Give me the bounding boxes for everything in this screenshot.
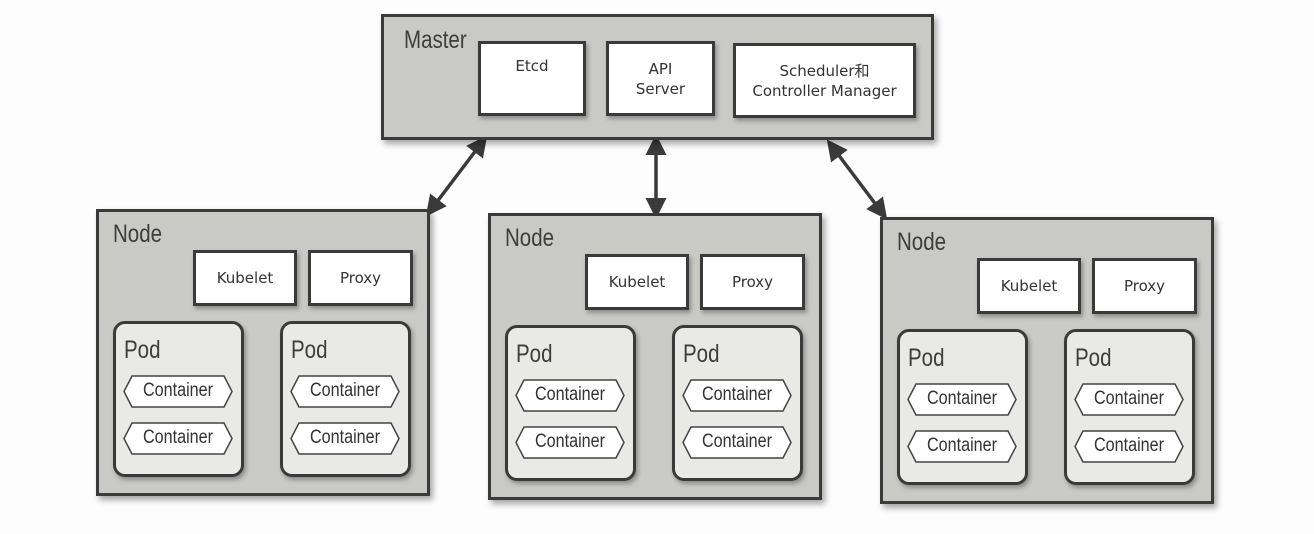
proxy-label: Proxy xyxy=(1123,277,1166,295)
pod-box: Pod Container Container xyxy=(1064,329,1195,485)
kubernetes-architecture-diagram: Master Etcd API Server Scheduler和 Contro… xyxy=(0,0,1314,534)
container-box: Container xyxy=(682,426,792,459)
container-box: Container xyxy=(515,426,625,459)
proxy-label: Proxy xyxy=(339,269,382,287)
container-label: Container xyxy=(534,431,606,452)
bidirectional-arrow xyxy=(826,139,888,220)
pod-title: Pod xyxy=(291,336,328,364)
container-box: Container xyxy=(682,379,792,412)
api-server-label: API Server xyxy=(635,59,686,98)
proxy-label: Proxy xyxy=(731,273,774,291)
pod-title: Pod xyxy=(683,340,720,368)
pod-box: Pod Container Container xyxy=(280,321,411,477)
scheduler-controller-manager-label: Scheduler和 Controller Manager xyxy=(752,61,897,100)
container-box: Container xyxy=(1074,430,1184,463)
pod-box: Pod Container Container xyxy=(505,325,636,481)
kubelet-box: Kubelet xyxy=(585,254,689,310)
kubelet-label: Kubelet xyxy=(216,269,274,287)
pod-title: Pod xyxy=(516,340,553,368)
api-server-box: API Server xyxy=(606,41,715,116)
node-title: Node xyxy=(897,228,947,256)
proxy-box: Proxy xyxy=(1092,258,1197,314)
container-box: Container xyxy=(123,375,233,408)
proxy-box: Proxy xyxy=(308,250,413,306)
container-box: Container xyxy=(515,379,625,412)
container-label: Container xyxy=(1093,435,1165,456)
container-label: Container xyxy=(926,435,998,456)
container-box: Container xyxy=(907,383,1017,416)
pod-box: Pod Container Container xyxy=(113,321,244,477)
container-box: Container xyxy=(123,422,233,455)
container-box: Container xyxy=(290,375,400,408)
container-label: Container xyxy=(309,380,381,401)
container-label: Container xyxy=(701,384,773,405)
etcd-label: Etcd xyxy=(515,57,549,75)
container-label: Container xyxy=(1093,388,1165,409)
scheduler-controller-manager-box: Scheduler和 Controller Manager xyxy=(733,43,916,118)
master-panel: Master Etcd API Server Scheduler和 Contro… xyxy=(381,14,934,140)
etcd-box: Etcd xyxy=(478,41,586,116)
pod-title: Pod xyxy=(908,344,945,372)
pod-title: Pod xyxy=(124,336,161,364)
node-title: Node xyxy=(113,220,163,248)
pod-title: Pod xyxy=(1075,344,1112,372)
container-label: Container xyxy=(534,384,606,405)
master-title: Master xyxy=(404,26,467,54)
container-label: Container xyxy=(701,431,773,452)
container-box: Container xyxy=(907,430,1017,463)
pod-box: Pod Container Container xyxy=(672,325,803,481)
node-title: Node xyxy=(505,224,555,252)
container-label: Container xyxy=(142,380,214,401)
container-label: Container xyxy=(309,427,381,448)
kubelet-box: Kubelet xyxy=(193,250,297,306)
container-label: Container xyxy=(926,388,998,409)
node-panel: Node Kubelet Proxy Pod Container Container Pod… xyxy=(880,217,1214,504)
container-label: Container xyxy=(142,427,214,448)
container-box: Container xyxy=(1074,383,1184,416)
kubelet-box: Kubelet xyxy=(977,258,1081,314)
node-panel: Node Kubelet Proxy Pod Container Container Pod… xyxy=(96,209,430,496)
node-panel: Node Kubelet Proxy Pod Container Container Pod… xyxy=(488,213,822,500)
kubelet-label: Kubelet xyxy=(608,273,666,291)
container-box: Container xyxy=(290,422,400,455)
kubelet-label: Kubelet xyxy=(1000,277,1058,295)
bidirectional-arrow xyxy=(425,135,488,217)
proxy-box: Proxy xyxy=(700,254,805,310)
pod-box: Pod Container Container xyxy=(897,329,1028,485)
